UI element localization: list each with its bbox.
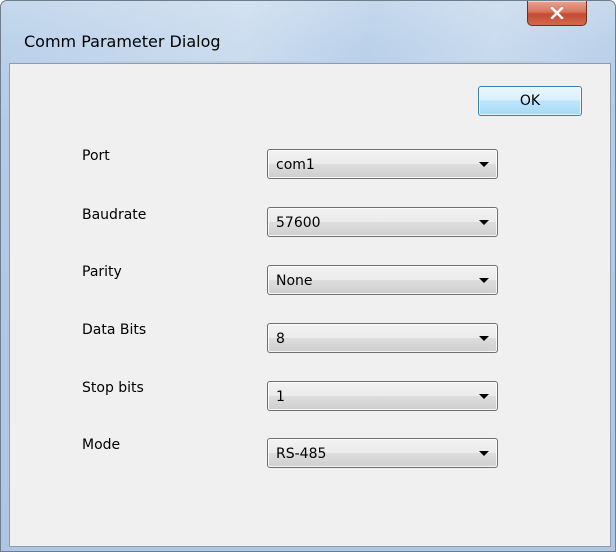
data-bits-select[interactable]: 8 bbox=[267, 323, 498, 353]
mode-value: RS-485 bbox=[276, 446, 327, 462]
stop-bits-select[interactable]: 1 bbox=[267, 381, 498, 411]
window-title: Comm Parameter Dialog bbox=[24, 32, 221, 51]
close-button[interactable] bbox=[527, 1, 587, 26]
dialog-window: Comm Parameter Dialog OK Port com1 Baudr… bbox=[0, 0, 616, 552]
parity-select[interactable]: None bbox=[267, 265, 498, 295]
dialog-client-area: OK Port com1 Baudrate 57600 Parity None … bbox=[9, 63, 611, 547]
data-bits-value: 8 bbox=[276, 331, 285, 347]
port-select[interactable]: com1 bbox=[267, 149, 498, 179]
close-icon bbox=[550, 7, 564, 19]
chevron-down-icon bbox=[479, 278, 489, 283]
baudrate-label: Baudrate bbox=[82, 207, 147, 223]
parity-value: None bbox=[276, 273, 313, 289]
baudrate-value: 57600 bbox=[276, 215, 321, 231]
port-label: Port bbox=[82, 148, 110, 164]
port-value: com1 bbox=[276, 157, 315, 173]
stop-bits-value: 1 bbox=[276, 389, 285, 405]
chevron-down-icon bbox=[479, 220, 489, 225]
chevron-down-icon bbox=[479, 451, 489, 456]
parity-label: Parity bbox=[82, 264, 122, 280]
stop-bits-label: Stop bits bbox=[82, 380, 144, 396]
chevron-down-icon bbox=[479, 336, 489, 341]
ok-button[interactable]: OK bbox=[478, 86, 582, 116]
chevron-down-icon bbox=[479, 394, 489, 399]
baudrate-select[interactable]: 57600 bbox=[267, 207, 498, 237]
mode-label: Mode bbox=[82, 437, 121, 453]
mode-select[interactable]: RS-485 bbox=[267, 438, 498, 468]
title-bar[interactable] bbox=[1, 1, 615, 31]
chevron-down-icon bbox=[479, 162, 489, 167]
data-bits-label: Data Bits bbox=[82, 322, 147, 338]
